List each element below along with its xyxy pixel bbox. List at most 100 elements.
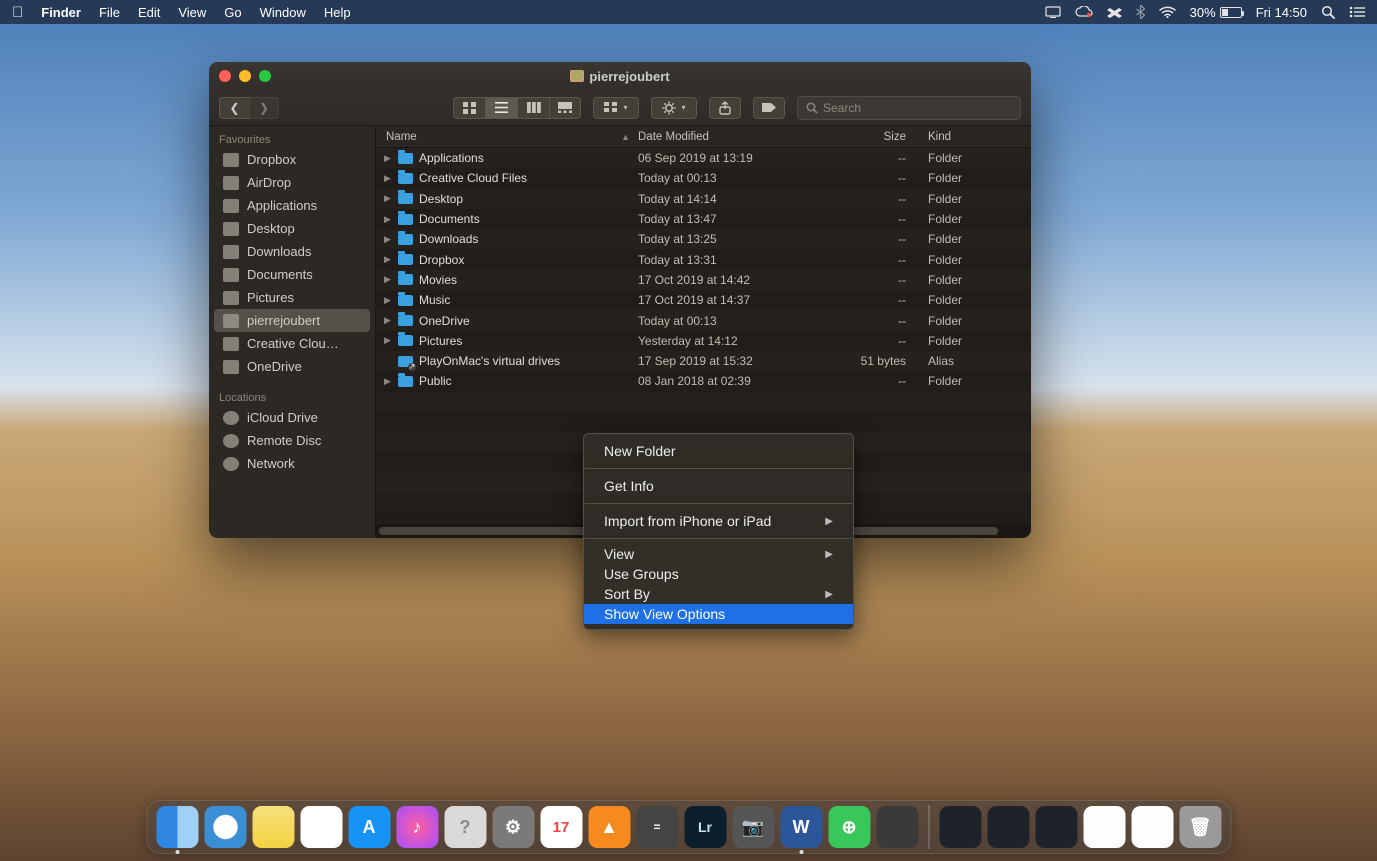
menu-item-show-view-options[interactable]: Show View Options <box>584 604 853 624</box>
dock-itunes-icon[interactable]: ♪ <box>396 806 438 848</box>
dock-photos-icon[interactable]: ✿ <box>300 806 342 848</box>
app-menu[interactable]: Finder <box>41 5 81 20</box>
column-view-button[interactable] <box>517 97 549 119</box>
dock-calendar-icon[interactable]: 17 <box>540 806 582 848</box>
disclosure-triangle-icon[interactable]: ▶ <box>384 315 392 326</box>
dock-camera-icon[interactable]: 📷 <box>732 806 774 848</box>
dock-help-icon[interactable]: ? <box>444 806 486 848</box>
disclosure-triangle-icon[interactable]: ▶ <box>384 153 392 164</box>
dock-maps-icon[interactable]: ⊕ <box>828 806 870 848</box>
sidebar-item-pierrejoubert[interactable]: pierrejoubert <box>214 309 370 332</box>
window-minimize-button[interactable] <box>239 70 251 82</box>
apple-menu-icon[interactable]:  <box>12 4 23 21</box>
disclosure-triangle-icon[interactable]: ▶ <box>384 376 392 387</box>
dock-lightroom-icon[interactable]: Lr <box>684 806 726 848</box>
menu-edit[interactable]: Edit <box>138 5 160 20</box>
tags-button[interactable] <box>753 97 785 119</box>
sidebar-item-applications[interactable]: Applications <box>209 194 375 217</box>
titlebar[interactable]: pierrejoubert <box>209 62 1031 90</box>
menu-item-new-folder[interactable]: New Folder <box>584 439 853 463</box>
list-view-button[interactable] <box>485 97 517 119</box>
disclosure-triangle-icon[interactable]: ▶ <box>384 193 392 204</box>
action-menu-button[interactable]: ▾ <box>651 97 697 119</box>
sidebar-item-network[interactable]: Network <box>209 452 375 475</box>
dock-word-icon[interactable]: W <box>780 806 822 848</box>
spotlight-icon[interactable] <box>1321 5 1335 19</box>
disclosure-triangle-icon[interactable]: ▶ <box>384 234 392 245</box>
file-row[interactable]: ▶OneDriveToday at 00:13--Folder <box>376 310 1031 330</box>
sidebar-item-desktop[interactable]: Desktop <box>209 217 375 240</box>
menu-window[interactable]: Window <box>260 5 306 20</box>
file-row[interactable]: ▶Applications06 Sep 2019 at 13:19--Folde… <box>376 148 1031 168</box>
column-name[interactable]: Name▲ <box>376 131 638 143</box>
dock-minimized-window-3[interactable] <box>1035 806 1077 848</box>
sidebar-item-dropbox[interactable]: Dropbox <box>209 148 375 171</box>
creative-cloud-icon[interactable] <box>1075 6 1093 18</box>
dock-finder-icon[interactable] <box>156 806 198 848</box>
file-row[interactable]: ▶DownloadsToday at 13:25--Folder <box>376 229 1031 249</box>
menu-item-use-groups[interactable]: Use Groups <box>584 564 853 584</box>
icon-view-button[interactable] <box>453 97 485 119</box>
file-row[interactable]: ▶DesktopToday at 14:14--Folder <box>376 189 1031 209</box>
dropbox-tray-icon[interactable] <box>1107 6 1122 19</box>
sidebar-item-creative-clou-[interactable]: Creative Clou… <box>209 332 375 355</box>
dock-vlc-icon[interactable]: ▲ <box>588 806 630 848</box>
file-row[interactable]: ▶Creative Cloud FilesToday at 00:13--Fol… <box>376 168 1031 188</box>
menu-item-import-from-iphone-or-ipad[interactable]: Import from iPhone or iPad▶ <box>584 509 853 533</box>
disclosure-triangle-icon[interactable]: ▶ <box>384 335 392 346</box>
window-zoom-button[interactable] <box>259 70 271 82</box>
file-row[interactable]: ▶DocumentsToday at 13:47--Folder <box>376 209 1031 229</box>
dock-notes-icon[interactable] <box>252 806 294 848</box>
dock-minimized-window-4[interactable] <box>1083 806 1125 848</box>
sidebar-item-documents[interactable]: Documents <box>209 263 375 286</box>
column-date[interactable]: Date Modified <box>638 131 828 143</box>
search-field[interactable]: Search <box>797 96 1021 120</box>
menu-file[interactable]: File <box>99 5 120 20</box>
menu-item-sort-by[interactable]: Sort By▶ <box>584 584 853 604</box>
dock-sysprefs-icon[interactable]: ⚙ <box>492 806 534 848</box>
wifi-icon[interactable] <box>1159 6 1176 18</box>
dock-appstore-icon[interactable]: A <box>348 806 390 848</box>
sidebar-item-downloads[interactable]: Downloads <box>209 240 375 263</box>
menu-view[interactable]: View <box>178 5 206 20</box>
menu-go[interactable]: Go <box>224 5 241 20</box>
sidebar-item-remote-disc[interactable]: Remote Disc <box>209 429 375 452</box>
clock[interactable]: Fri 14:50 <box>1256 5 1307 20</box>
forward-button[interactable]: ❯ <box>249 97 279 119</box>
dock-trash-icon[interactable]: 🗑 <box>1179 806 1221 848</box>
window-close-button[interactable] <box>219 70 231 82</box>
back-button[interactable]: ❮ <box>219 97 249 119</box>
file-row[interactable]: ▶Movies17 Oct 2019 at 14:42--Folder <box>376 270 1031 290</box>
disclosure-triangle-icon[interactable]: ▶ <box>384 214 392 225</box>
sidebar-item-icloud-drive[interactable]: iCloud Drive <box>209 406 375 429</box>
column-kind[interactable]: Kind <box>922 131 1031 143</box>
menu-item-get-info[interactable]: Get Info <box>584 474 853 498</box>
sidebar-item-airdrop[interactable]: AirDrop <box>209 171 375 194</box>
bluetooth-icon[interactable] <box>1136 5 1145 19</box>
dock-minimized-window-5[interactable] <box>1131 806 1173 848</box>
disclosure-triangle-icon[interactable]: ▶ <box>384 274 392 285</box>
share-button[interactable] <box>709 97 741 119</box>
dock-calculator-icon[interactable]: = <box>636 806 678 848</box>
dock-app-icon[interactable] <box>876 806 918 848</box>
control-center-icon[interactable] <box>1349 6 1365 18</box>
menu-help[interactable]: Help <box>324 5 351 20</box>
menu-item-view[interactable]: View▶ <box>584 544 853 564</box>
file-row[interactable]: ▶PicturesYesterday at 14:12--Folder <box>376 331 1031 351</box>
gallery-view-button[interactable] <box>549 97 581 119</box>
file-row[interactable]: ▶DropboxToday at 13:31--Folder <box>376 249 1031 269</box>
display-icon[interactable] <box>1045 6 1061 18</box>
sidebar-item-pictures[interactable]: Pictures <box>209 286 375 309</box>
disclosure-triangle-icon[interactable]: ▶ <box>384 173 392 184</box>
battery-status[interactable]: 30% <box>1190 5 1242 20</box>
disclosure-triangle-icon[interactable]: ▶ <box>384 254 392 265</box>
column-size[interactable]: Size <box>828 131 922 143</box>
sidebar-item-onedrive[interactable]: OneDrive <box>209 355 375 378</box>
file-row[interactable]: ▶PlayOnMac's virtual drives17 Sep 2019 a… <box>376 351 1031 371</box>
group-by-button[interactable]: ▾ <box>593 97 639 119</box>
dock-minimized-window-2[interactable] <box>987 806 1029 848</box>
disclosure-triangle-icon[interactable]: ▶ <box>384 295 392 306</box>
file-row[interactable]: ▶Music17 Oct 2019 at 14:37--Folder <box>376 290 1031 310</box>
file-row[interactable]: ▶Public08 Jan 2018 at 02:39--Folder <box>376 371 1031 391</box>
dock-safari-icon[interactable] <box>204 806 246 848</box>
